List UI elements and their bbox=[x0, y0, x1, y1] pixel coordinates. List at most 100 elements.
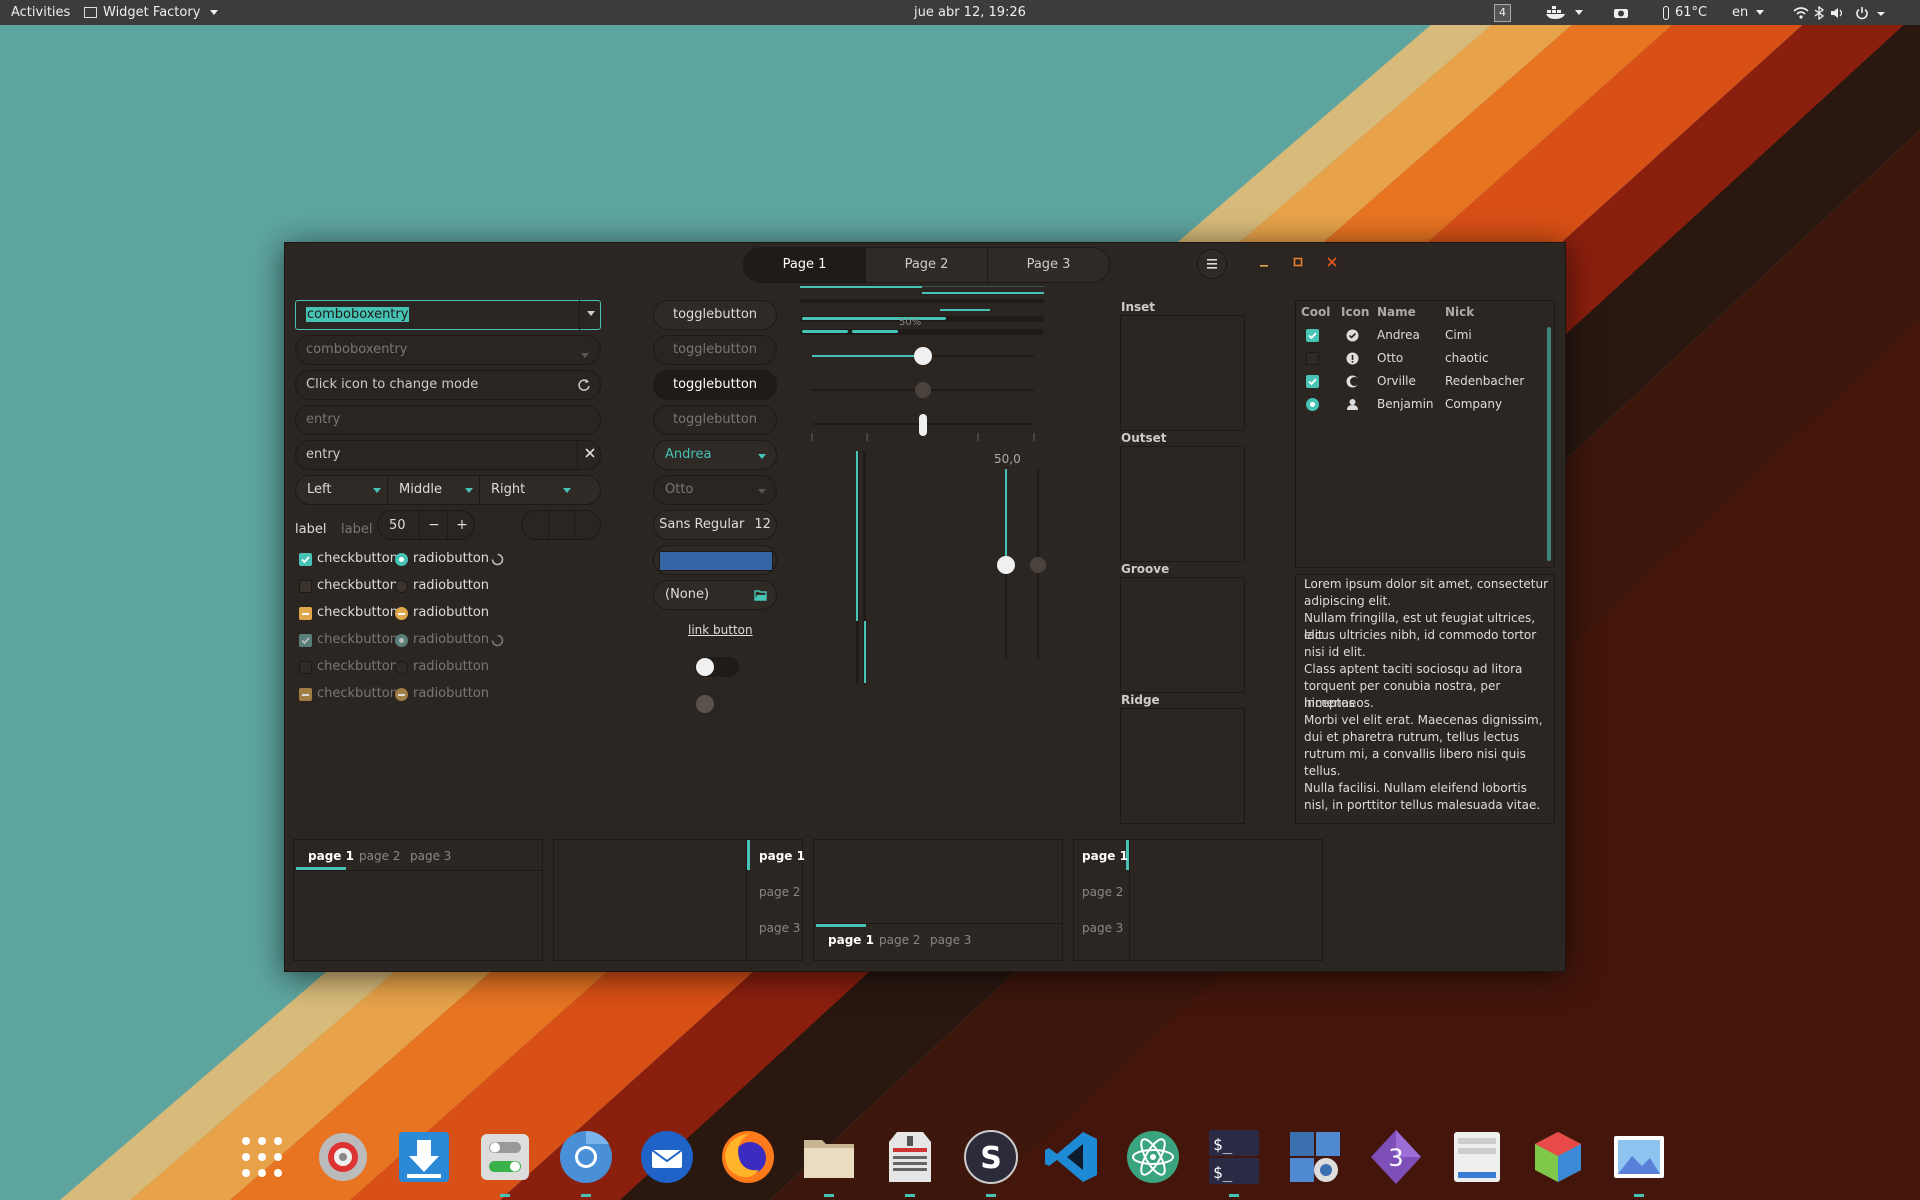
color-button[interactable] bbox=[653, 545, 777, 575]
image-viewer-icon[interactable] bbox=[1610, 1128, 1668, 1186]
settings-icon[interactable] bbox=[314, 1128, 372, 1186]
docker-icon[interactable] bbox=[1545, 0, 1584, 25]
notebook-top-tab-3[interactable]: page 3 bbox=[410, 849, 451, 863]
tree-cell-name[interactable]: Orville bbox=[1377, 374, 1416, 388]
combo-andrea[interactable]: Andrea bbox=[653, 440, 777, 470]
file-chooser-button[interactable]: (None) bbox=[653, 580, 777, 610]
radiobutton-inconsistent[interactable] bbox=[395, 607, 408, 620]
archive-icon[interactable] bbox=[881, 1128, 939, 1186]
combo-right[interactable]: Right bbox=[479, 475, 571, 505]
close-button[interactable] bbox=[1319, 251, 1345, 277]
vscale-knob bbox=[997, 556, 1015, 574]
clock[interactable]: jue abr 12, 19:26 bbox=[914, 0, 1026, 25]
notebook-bottom-tab-3[interactable]: page 3 bbox=[930, 933, 971, 947]
workspace-indicator[interactable]: 4 bbox=[1494, 0, 1511, 25]
minimize-button[interactable] bbox=[1251, 251, 1277, 277]
steam-icon[interactable]: S bbox=[962, 1128, 1020, 1186]
tab-page-3[interactable]: Page 3 bbox=[988, 248, 1109, 282]
spin-decrease-button[interactable]: − bbox=[419, 510, 448, 540]
radiobutton-unselected[interactable] bbox=[395, 580, 408, 593]
combobox-entry-focused[interactable]: comboboxentry bbox=[295, 300, 601, 330]
tree-cell-nick[interactable]: Company bbox=[1445, 397, 1502, 411]
notebook-right-tab-3[interactable]: page 3 bbox=[759, 921, 800, 935]
tree-cell-nick[interactable]: Cimi bbox=[1445, 328, 1472, 342]
tree-cell-name[interactable]: Benjamin bbox=[1377, 397, 1434, 411]
link-button[interactable]: link button bbox=[688, 623, 753, 637]
togglebutton-3-active[interactable]: togglebutton bbox=[653, 370, 777, 400]
notebook-top-tab-2[interactable]: page 2 bbox=[359, 849, 400, 863]
menu-button[interactable] bbox=[1197, 249, 1227, 279]
files-icon[interactable] bbox=[800, 1128, 858, 1186]
tree-cell-nick[interactable]: Redenbacher bbox=[1445, 374, 1524, 388]
checkbutton-inconsistent[interactable] bbox=[299, 607, 312, 620]
combo-left[interactable]: Left bbox=[295, 475, 388, 505]
combo-middle[interactable]: Middle bbox=[387, 475, 480, 505]
apps-grid-icon[interactable] bbox=[233, 1128, 291, 1186]
glade-icon[interactable] bbox=[1448, 1128, 1506, 1186]
tree-row-cool-check[interactable] bbox=[1306, 375, 1319, 388]
spin-increase-button[interactable]: + bbox=[447, 510, 476, 540]
tab-page-1[interactable]: Page 1 bbox=[744, 248, 866, 282]
notebook-bottom-tab-1[interactable]: page 1 bbox=[828, 933, 874, 947]
column-header-nick[interactable]: Nick bbox=[1445, 305, 1474, 319]
checkbutton-checked[interactable] bbox=[299, 553, 312, 566]
column-header-cool[interactable]: Cool bbox=[1301, 305, 1330, 319]
sensor-icon[interactable] bbox=[1613, 0, 1629, 25]
chromium-icon[interactable] bbox=[557, 1128, 615, 1186]
text-view-line: nisl, in porttitor tellus malesuada vita… bbox=[1304, 798, 1541, 812]
vscode-icon[interactable] bbox=[1043, 1128, 1101, 1186]
checkbutton-label: checkbutton bbox=[317, 686, 398, 701]
clear-button[interactable] bbox=[577, 440, 602, 470]
radiobutton-label: radiobutton bbox=[413, 578, 490, 593]
tree-cell-name[interactable]: Andrea bbox=[1377, 328, 1420, 342]
notebook-left-tab-3[interactable]: page 3 bbox=[1082, 921, 1123, 935]
notebook-left-tab-1[interactable]: page 1 bbox=[1082, 849, 1128, 863]
progress-bar-fill bbox=[802, 317, 946, 320]
text-view[interactable]: Lorem ipsum dolor sit amet, consectetur … bbox=[1295, 574, 1555, 824]
tree-row-cool-check[interactable] bbox=[1306, 329, 1319, 342]
clear-entry[interactable]: entry bbox=[295, 440, 601, 470]
tree-scrollbar[interactable] bbox=[1547, 327, 1551, 561]
togglebutton-4-disabled: togglebutton bbox=[653, 405, 777, 435]
app-menu[interactable]: Widget Factory bbox=[84, 0, 218, 25]
notebook-top-tab-1[interactable]: page 1 bbox=[308, 849, 354, 863]
tree-cell-nick[interactable]: chaotic bbox=[1445, 351, 1489, 365]
mode-entry[interactable]: Click icon to change mode bbox=[295, 370, 601, 400]
tweaks-icon[interactable] bbox=[476, 1128, 534, 1186]
gambas-icon[interactable]: 3 bbox=[1367, 1128, 1425, 1186]
spin-value[interactable]: 50 bbox=[389, 518, 406, 533]
refresh-icon[interactable] bbox=[577, 378, 591, 392]
tab-page-2[interactable]: Page 2 bbox=[866, 248, 988, 282]
column-header-name[interactable]: Name bbox=[1377, 305, 1416, 319]
notebook-bottom-tab-2[interactable]: page 2 bbox=[879, 933, 920, 947]
thunderbird-icon[interactable] bbox=[638, 1128, 696, 1186]
tree-cell-name[interactable]: Otto bbox=[1377, 351, 1403, 365]
atom-icon[interactable] bbox=[1124, 1128, 1182, 1186]
tree-row-cool-check[interactable] bbox=[1306, 352, 1319, 365]
notebook-right-tab-2[interactable]: page 2 bbox=[759, 885, 800, 899]
firefox-icon[interactable] bbox=[719, 1128, 777, 1186]
system-menu[interactable] bbox=[1793, 0, 1895, 25]
svg-text:S: S bbox=[980, 1141, 1002, 1176]
maximize-button[interactable] bbox=[1285, 251, 1311, 277]
entry-placeholder[interactable]: entry bbox=[295, 405, 601, 435]
column-header-icon[interactable]: Icon bbox=[1341, 305, 1369, 319]
combobox-dropdown-button[interactable] bbox=[579, 300, 602, 330]
bluetooth-icon bbox=[1814, 5, 1825, 20]
activities-button[interactable]: Activities bbox=[11, 0, 70, 25]
empty-linked-buttons[interactable] bbox=[521, 510, 601, 540]
notebook-left-tab-2[interactable]: page 2 bbox=[1082, 885, 1123, 899]
font-button[interactable]: Sans Regular 12 bbox=[653, 510, 777, 540]
togglebutton-1[interactable]: togglebutton bbox=[653, 300, 777, 330]
cube-icon[interactable] bbox=[1529, 1128, 1587, 1186]
temperature-indicator[interactable]: 61°C bbox=[1663, 0, 1707, 25]
notebook-right-tab-1[interactable]: page 1 bbox=[759, 849, 805, 863]
radiobutton-selected[interactable] bbox=[395, 553, 408, 566]
downloader-icon[interactable] bbox=[395, 1128, 453, 1186]
screenshot-icon[interactable] bbox=[1286, 1128, 1344, 1186]
terminal-icon[interactable]: $_ $_ bbox=[1205, 1128, 1263, 1186]
switch-1[interactable] bbox=[695, 657, 739, 677]
tree-row-cool-radio[interactable] bbox=[1306, 398, 1319, 411]
checkbutton-unchecked[interactable] bbox=[299, 580, 312, 593]
keyboard-layout[interactable]: en bbox=[1732, 0, 1765, 25]
